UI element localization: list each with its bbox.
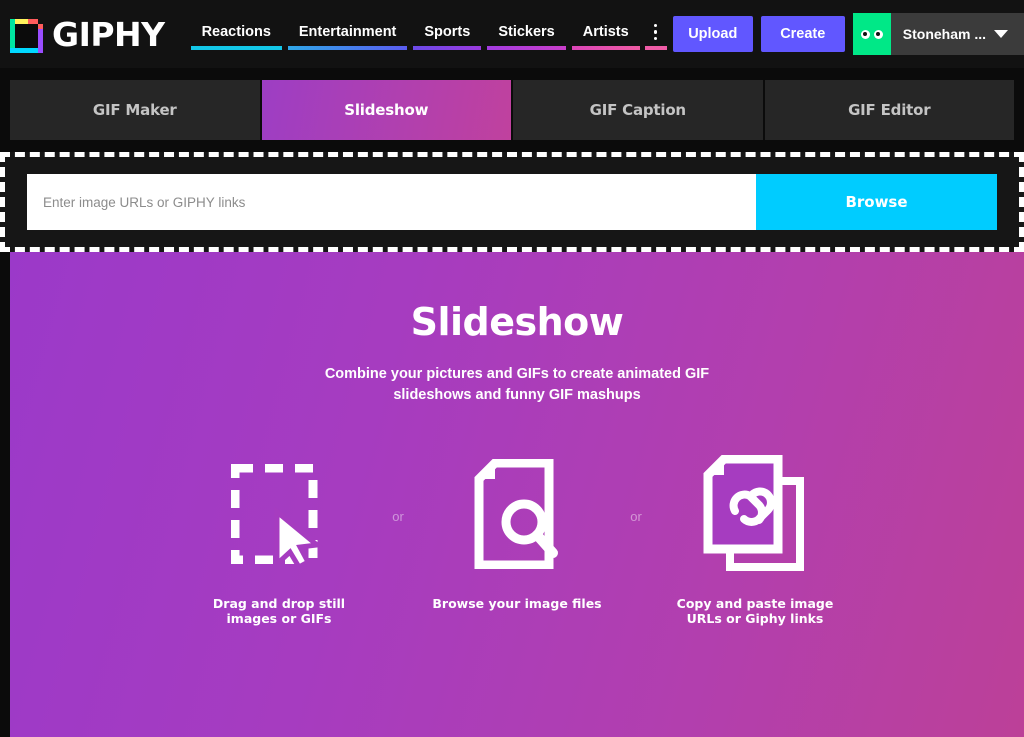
creation-tools-tabs: GIF Maker Slideshow GIF Caption GIF Edit… [0, 68, 1024, 152]
account-name: Stoneham ... [902, 26, 986, 42]
site-header: GIPHY Reactions Entertainment Sports Sti… [0, 0, 1024, 68]
nav-underline [644, 46, 667, 50]
option-label: Browse your image files [432, 596, 602, 611]
page-title: Slideshow [410, 300, 624, 344]
nav-item-reactions[interactable]: Reactions [188, 14, 285, 50]
nav-item-entertainment[interactable]: Entertainment [285, 14, 411, 50]
tab-slideshow[interactable]: Slideshow [261, 80, 511, 140]
upload-dropzone[interactable]: Browse [0, 152, 1024, 252]
upload-options: Drag and drop still images or GIFs or Br… [179, 454, 855, 626]
chevron-down-icon [994, 30, 1008, 38]
giphy-logo-icon [10, 16, 43, 53]
more-menu-icon[interactable] [643, 14, 669, 50]
nav-item-sports[interactable]: Sports [410, 14, 484, 50]
main-nav: Reactions Entertainment Sports Stickers … [188, 14, 669, 54]
account-menu[interactable]: Stoneham ... [852, 13, 1024, 55]
tab-gif-maker[interactable]: GIF Maker [10, 80, 260, 140]
tab-gif-editor[interactable]: GIF Editor [764, 80, 1014, 140]
browse-button[interactable]: Browse [756, 174, 997, 230]
nav-underline [287, 46, 408, 50]
nav-label: Reactions [201, 24, 271, 40]
nav-underline [190, 46, 282, 50]
nav-underline [571, 46, 640, 50]
nav-item-stickers[interactable]: Stickers [484, 14, 568, 50]
upload-button[interactable]: Upload [672, 16, 753, 52]
nav-label: Stickers [498, 24, 555, 40]
separator-or-1: or [392, 509, 404, 524]
avatar [852, 13, 891, 55]
page-subtitle: Combine your pictures and GIFs to create… [324, 366, 710, 403]
url-input[interactable] [27, 174, 756, 230]
nav-label: Artists [582, 24, 629, 40]
option-drag-drop[interactable]: Drag and drop still images or GIFs [179, 454, 379, 626]
nav-underline [487, 46, 566, 50]
nav-underline [413, 46, 482, 50]
nav-label: Entertainment [298, 24, 397, 40]
separator-or-2: or [630, 509, 642, 524]
slideshow-hero: Slideshow Combine your pictures and GIFs… [10, 252, 1024, 737]
header-actions: Upload Create Stoneham ... [672, 0, 1024, 68]
nav-item-artists[interactable]: Artists [569, 14, 643, 50]
giphy-create-page: GIPHY Reactions Entertainment Sports Sti… [0, 0, 1024, 737]
drag-drop-cursor-icon [231, 454, 327, 574]
documents-link-icon [700, 454, 810, 574]
option-paste-links[interactable]: Copy and paste image URLs or Giphy links [655, 454, 855, 626]
giphy-logo[interactable]: GIPHY [0, 15, 165, 54]
option-label: Copy and paste image URLs or Giphy links [676, 596, 834, 626]
giphy-logo-text: GIPHY [52, 14, 165, 54]
create-button[interactable]: Create [760, 16, 845, 52]
option-label: Drag and drop still images or GIFs [212, 596, 346, 626]
tab-gif-caption[interactable]: GIF Caption [513, 80, 763, 140]
document-search-icon [469, 454, 565, 574]
option-browse-files[interactable]: Browse your image files [417, 454, 617, 611]
nav-label: Sports [424, 24, 471, 40]
